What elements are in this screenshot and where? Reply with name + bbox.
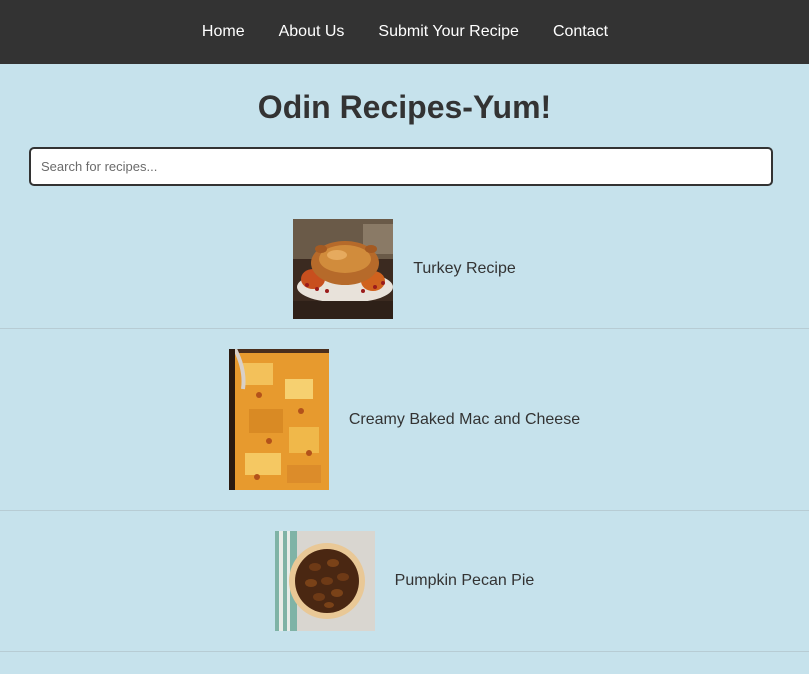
- recipe-item-mac-and-cheese[interactable]: Creamy Baked Mac and Cheese: [0, 329, 809, 511]
- pecan-pie-photo[interactable]: [274, 531, 375, 631]
- nav-link-submit-recipe[interactable]: Submit Your Recipe: [361, 23, 536, 41]
- nav-link-home[interactable]: Home: [185, 23, 262, 41]
- recipe-list: Turkey Recipe Creamy Baked Mac and Chees…: [0, 207, 809, 652]
- search-input[interactable]: [29, 147, 773, 186]
- recipe-link-pecan-pie[interactable]: Pumpkin Pecan Pie: [395, 572, 535, 590]
- roast-turkey-photo[interactable]: [293, 218, 394, 319]
- top-navigation: Home About Us Submit Your Recipe Contact: [0, 0, 809, 64]
- recipe-link-mac-and-cheese[interactable]: Creamy Baked Mac and Cheese: [349, 411, 580, 429]
- page-title: Odin Recipes-Yum!: [257, 89, 552, 125]
- recipe-item-pecan-pie[interactable]: Pumpkin Pecan Pie: [0, 511, 809, 652]
- recipe-item-turkey[interactable]: Turkey Recipe: [0, 207, 809, 329]
- nav-link-contact[interactable]: Contact: [536, 23, 625, 41]
- search-container: [0, 147, 809, 187]
- mac-and-cheese-photo[interactable]: [228, 349, 329, 490]
- recipe-link-turkey[interactable]: Turkey Recipe: [413, 260, 516, 278]
- nav-link-about-us[interactable]: About Us: [262, 23, 362, 41]
